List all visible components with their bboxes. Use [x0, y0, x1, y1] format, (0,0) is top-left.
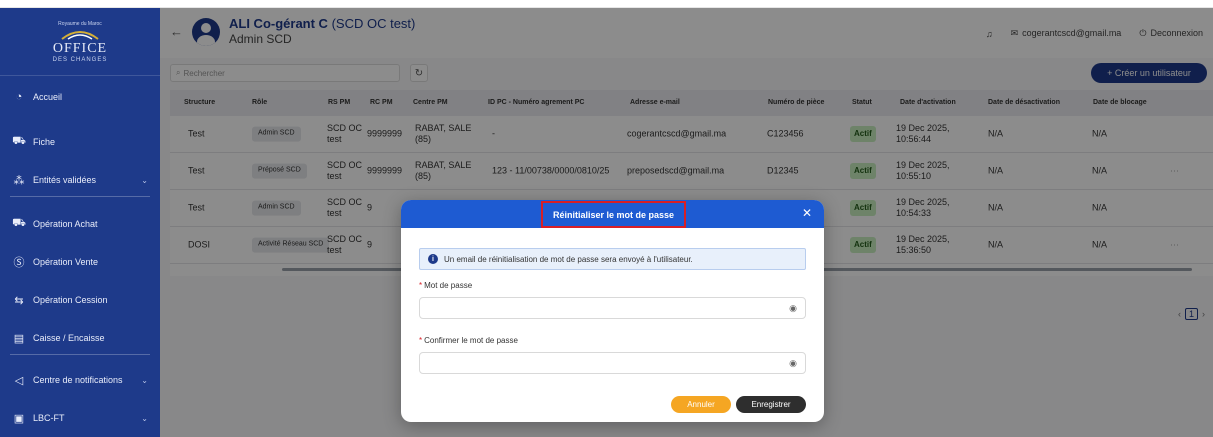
save-button[interactable]: Enregistrer — [736, 396, 806, 413]
sidebar-item-label: Accueil — [33, 92, 63, 102]
confirm-label-text: Confirmer le mot de passe — [424, 336, 518, 345]
sidebar-item-label: Centre de notifications — [33, 375, 123, 385]
cart-icon: ⛟ — [12, 217, 26, 229]
sidebar-item-label: Entités validées — [33, 175, 97, 185]
sidebar-item-label: LBC-FT — [33, 413, 65, 423]
sidebar-item-operation-cession[interactable]: ⇆ Opération Cession — [0, 288, 160, 312]
sidebar-item-label: Caisse / Encaisse — [33, 333, 105, 343]
browser-strip — [0, 0, 1213, 8]
sidebar-item-fiche[interactable]: ⛟ Fiche — [0, 130, 160, 154]
sidebar: Royaume du Maroc OFFICE DES CHANGES ◔ Ac… — [0, 8, 160, 437]
dollar-icon: Ⓢ — [13, 257, 25, 269]
info-alert: i Un email de réinitialisation de mot de… — [419, 248, 806, 270]
reset-password-modal: Réinitialiser le mot de passe ✕ i Un ema… — [401, 200, 824, 422]
sidebar-item-label: Fiche — [33, 137, 56, 147]
password-field[interactable]: ◉ — [419, 297, 806, 319]
logo-tagline: Royaume du Maroc — [58, 20, 102, 27]
sidebar-divider — [10, 196, 150, 197]
password-label-text: Mot de passe — [424, 281, 473, 290]
sidebar-item-lbc-ft[interactable]: ▣ LBC-FT ⌄ — [0, 406, 160, 430]
eye-icon[interactable]: ◉ — [789, 358, 797, 369]
cart-icon: ⛟ — [12, 135, 26, 147]
cash-register-icon: ▤ — [13, 332, 25, 345]
sidebar-item-centre-de-notifications[interactable]: ◁ Centre de notifications ⌄ — [0, 368, 160, 392]
app-root: Royaume du Maroc OFFICE DES CHANGES ◔ Ac… — [0, 0, 1213, 437]
sidebar-divider — [10, 354, 150, 355]
sidebar-item-label: Opération Vente — [33, 257, 99, 267]
close-icon[interactable]: ✕ — [802, 206, 812, 220]
sidebar-item-accueil[interactable]: ◔ Accueil — [0, 85, 160, 109]
sidebar-item-label: Opération Achat — [33, 219, 98, 229]
sidebar-item-operation-achat[interactable]: ⛟ Opération Achat — [0, 212, 160, 236]
entities-icon: ⁂ — [13, 174, 25, 187]
modal-title: Réinitialiser le mot de passe — [541, 201, 686, 228]
confirm-password-label: * Confirmer le mot de passe — [419, 336, 518, 345]
info-text: Un email de réinitialisation de mot de p… — [444, 254, 693, 264]
document-icon: ▣ — [13, 412, 25, 425]
logo-name: OFFICE — [52, 40, 108, 56]
info-icon: i — [428, 254, 438, 264]
sidebar-item-operation-vente[interactable]: Ⓢ Opération Vente — [0, 250, 160, 274]
sidebar-item-label: Opération Cession — [33, 295, 108, 305]
transfer-icon: ⇆ — [14, 294, 24, 307]
sidebar-item-caisse-encaisse[interactable]: ▤ Caisse / Encaisse — [0, 326, 160, 350]
confirm-password-field[interactable]: ◉ — [419, 352, 806, 374]
logo-emblem-icon — [61, 30, 99, 40]
notification-icon: ◁ — [14, 374, 24, 387]
eye-icon[interactable]: ◉ — [789, 303, 797, 314]
dashboard-icon: ◔ — [15, 91, 23, 103]
password-label: * Mot de passe — [419, 281, 472, 290]
required-marker: * — [419, 336, 423, 345]
chevron-down-icon: ⌄ — [141, 175, 148, 185]
modal-header: Réinitialiser le mot de passe ✕ — [401, 200, 824, 228]
office-des-changes-logo[interactable]: Royaume du Maroc OFFICE DES CHANGES — [0, 8, 160, 76]
logo-sub: DES CHANGES — [52, 56, 108, 63]
chevron-down-icon: ⌄ — [141, 413, 148, 423]
chevron-down-icon: ⌄ — [141, 375, 148, 385]
required-marker: * — [419, 281, 423, 290]
sidebar-item-entites-validees[interactable]: ⁂ Entités validées ⌄ — [0, 168, 160, 192]
cancel-button[interactable]: Annuler — [671, 396, 731, 413]
